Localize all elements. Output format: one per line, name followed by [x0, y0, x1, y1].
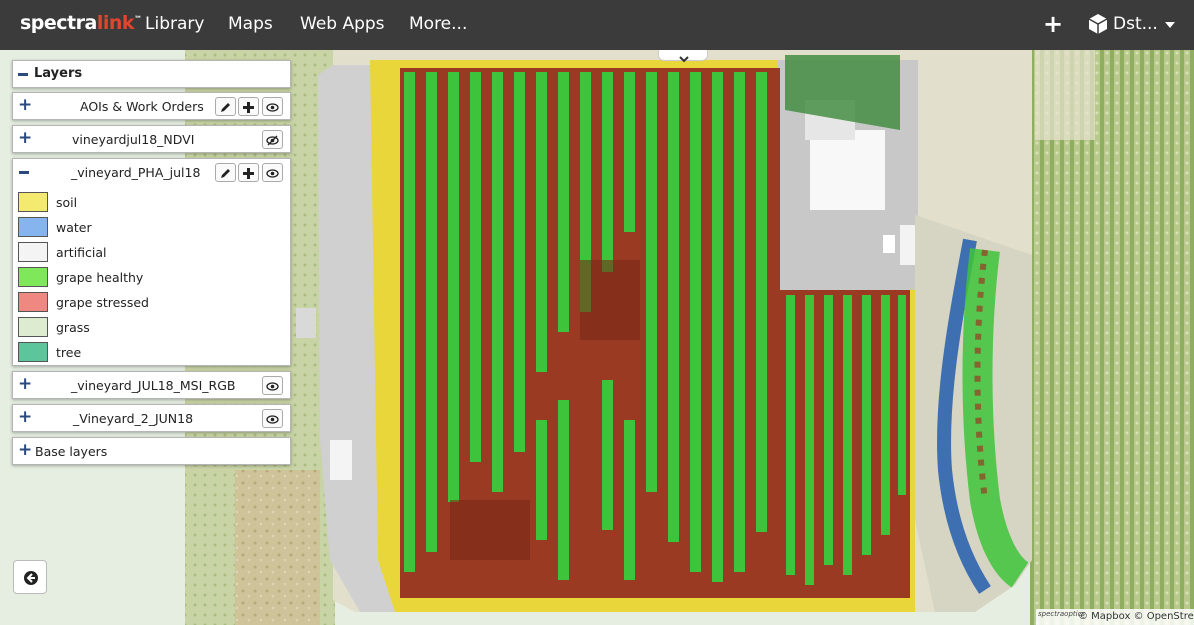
layer-row-ndvi[interactable]: + vineyardjul18_NDVI	[12, 125, 291, 153]
layer-row-msi-rgb[interactable]: + _vineyard_JUL18_MSI_RGB	[12, 371, 291, 399]
layers-title: Layers	[34, 66, 83, 81]
layer-name: AOIs & Work Orders	[80, 99, 204, 114]
nav-maps[interactable]: Maps	[228, 14, 273, 34]
add-button[interactable]	[238, 97, 259, 116]
cube-icon[interactable]	[1087, 13, 1109, 39]
collapse-header-tab[interactable]	[658, 50, 708, 63]
legend-swatch	[18, 317, 48, 337]
legend-label: tree	[56, 345, 82, 360]
eye-icon	[266, 169, 279, 178]
logo[interactable]: spectralink™	[20, 12, 142, 34]
chevron-down-icon	[679, 56, 689, 63]
visibility-toggle-button[interactable]	[262, 97, 283, 116]
layer-row-aois[interactable]: + AOIs & Work Orders	[12, 92, 291, 120]
legend-swatch	[18, 217, 48, 237]
logo-main: spectra	[20, 12, 97, 34]
layer-row-pha-expanded[interactable]: _vineyard_PHA_jul18 soil water artificia…	[12, 158, 291, 366]
legend-swatch	[18, 292, 48, 312]
legend-swatch	[18, 192, 48, 212]
visibility-toggle-button[interactable]	[262, 376, 283, 395]
expand-plus-icon[interactable]: +	[18, 440, 32, 460]
visibility-toggle-button[interactable]	[262, 130, 283, 149]
legend-swatch	[18, 342, 48, 362]
map-attribution: spectraoptics © Mapbox © OpenStreet	[1036, 609, 1194, 625]
expand-plus-icon[interactable]: +	[18, 374, 32, 394]
add-plus-icon[interactable]: +	[1043, 10, 1063, 38]
plus-icon	[243, 168, 254, 179]
layer-name: _vineyard_PHA_jul18	[71, 165, 201, 180]
pencil-icon	[221, 169, 230, 178]
legend-label: grass	[56, 320, 90, 335]
arrow-left-circle-icon	[24, 571, 38, 585]
chevron-down-icon[interactable]	[1165, 22, 1175, 28]
nav-more[interactable]: More...	[409, 14, 467, 34]
pencil-icon	[221, 103, 230, 112]
logo-mark: ™	[134, 14, 142, 24]
layer-name: vineyardjul18_NDVI	[72, 132, 195, 147]
visibility-toggle-button[interactable]	[262, 163, 283, 182]
legend-label: grape healthy	[56, 270, 144, 285]
legend-label: water	[56, 220, 92, 235]
legend-label: artificial	[56, 245, 107, 260]
user-menu-label[interactable]: Dst...	[1113, 14, 1158, 34]
eye-icon	[266, 415, 279, 424]
eye-slash-icon	[266, 135, 279, 146]
nav-library[interactable]: Library	[145, 14, 204, 34]
layer-name: _vineyard_JUL18_MSI_RGB	[71, 378, 236, 393]
visibility-toggle-button[interactable]	[262, 409, 283, 428]
eye-icon	[266, 382, 279, 391]
plus-icon	[243, 102, 254, 113]
top-navbar: spectralink™ Library Maps Web Apps More.…	[0, 0, 1194, 50]
collapse-minus-icon[interactable]	[18, 73, 28, 76]
edit-pencil-button[interactable]	[215, 97, 236, 116]
expand-plus-icon[interactable]: +	[18, 407, 32, 427]
legend-swatch	[18, 267, 48, 287]
legend-label: grape stressed	[56, 295, 149, 310]
base-layers-row[interactable]: + Base layers	[12, 437, 291, 465]
logo-accent: link	[96, 12, 135, 34]
layer-name: _Vineyard_2_JUN18	[73, 411, 194, 426]
base-layers-label: Base layers	[35, 444, 108, 459]
nav-web-apps[interactable]: Web Apps	[300, 14, 385, 34]
edit-pencil-button[interactable]	[215, 163, 236, 182]
expand-plus-icon[interactable]: +	[18, 128, 32, 148]
layers-panel-header[interactable]: Layers	[12, 60, 291, 88]
eye-icon	[266, 103, 279, 112]
add-button[interactable]	[238, 163, 259, 182]
legend-label: soil	[56, 195, 78, 210]
layer-row-vineyard-jun18[interactable]: + _Vineyard_2_JUN18	[12, 404, 291, 432]
collapse-minus-icon[interactable]	[19, 171, 29, 174]
back-button[interactable]	[13, 560, 47, 594]
attribution-text[interactable]: © Mapbox © OpenStreet	[1078, 611, 1194, 622]
legend-swatch	[18, 242, 48, 262]
expand-plus-icon[interactable]: +	[18, 95, 32, 115]
